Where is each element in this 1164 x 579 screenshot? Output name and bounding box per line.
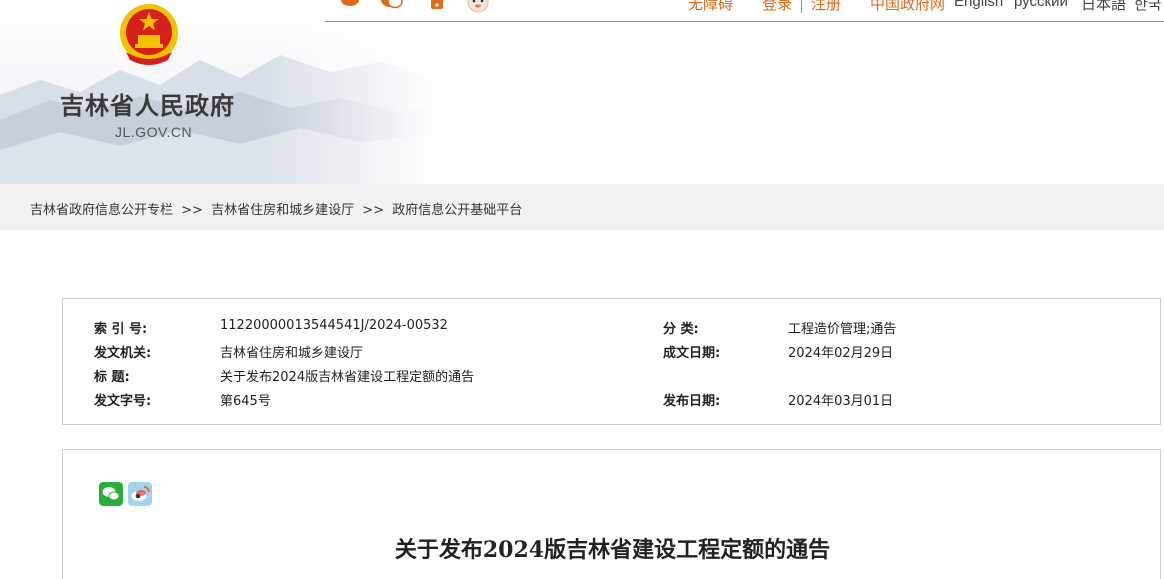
accessibility-link[interactable]: 无障碍: [688, 0, 733, 14]
japanese-link[interactable]: 日本語: [1081, 0, 1126, 14]
publish-date-label: 发布日期:: [663, 394, 721, 409]
site-title[interactable]: 吉林省人民政府: [60, 86, 235, 121]
weibo-icon[interactable]: [339, 0, 363, 9]
document-number-label: 发文字号:: [94, 394, 152, 409]
index-number-value: 11220000013544541J/2024-00532: [220, 318, 448, 333]
site-domain: JL.GOV.CN: [115, 124, 193, 140]
category-value: 工程造价管理;通告: [788, 322, 897, 337]
article-content: 关于发布2024版吉林省建设工程定额的通告: [62, 449, 1161, 579]
english-link[interactable]: English: [954, 0, 1003, 10]
breadcrumb-item-housing-dept[interactable]: 吉林省住房和城乡建设厅: [211, 203, 354, 218]
korean-link[interactable]: 한국: [1134, 0, 1162, 14]
top-nav-bar: 无障碍 登录 注册 中国政府网 English русский 日本語 한국: [325, 0, 1164, 22]
written-date-label: 成文日期:: [663, 346, 721, 361]
document-number-value: 第645号: [220, 394, 271, 409]
written-date-value: 2024年02月29日: [788, 346, 894, 361]
document-metadata-table: 索 引 号: 11220000013544541J/2024-00532 分 类…: [62, 298, 1161, 425]
issuer-label: 发文机关:: [94, 346, 152, 361]
breadcrumb-item-info-platform[interactable]: 政府信息公开基础平台: [392, 203, 522, 218]
site-header: 吉林省人民政府 JL.GOV.CN 无障碍 登录 注册 中国政府网 Englis…: [0, 0, 1164, 184]
breadcrumb: 吉林省政府信息公开专栏 >> 吉林省住房和城乡建设厅 >> 政府信息公开基础平台: [0, 184, 1164, 230]
login-link[interactable]: 登录: [762, 0, 792, 14]
mobile-icon[interactable]: [425, 0, 449, 9]
breadcrumb-separator: >>: [362, 203, 385, 218]
divider: [801, 0, 802, 13]
register-link[interactable]: 注册: [811, 0, 841, 14]
breadcrumb-separator: >>: [181, 203, 203, 218]
article-title: 关于发布2024版吉林省建设工程定额的通告: [394, 537, 831, 563]
weibo-share-icon[interactable]: [128, 482, 152, 506]
title-label: 标 题:: [94, 370, 130, 385]
russian-link[interactable]: русский: [1014, 0, 1068, 10]
china-gov-link[interactable]: 中国政府网: [870, 0, 945, 14]
wechat-share-icon[interactable]: [99, 482, 123, 506]
breadcrumb-trail: 吉林省政府信息公开专栏 >> 吉林省住房和城乡建设厅 >> 政府信息公开基础平台: [30, 199, 522, 218]
issuer-value: 吉林省住房和城乡建设厅: [220, 346, 364, 361]
breadcrumb-item-info-column[interactable]: 吉林省政府信息公开专栏: [30, 203, 173, 218]
category-label: 分 类:: [663, 322, 699, 337]
publish-date-value: 2024年03月01日: [788, 394, 894, 409]
mascot-icon[interactable]: [465, 0, 491, 13]
title-value: 关于发布2024版吉林省建设工程定额的通告: [220, 370, 475, 385]
national-emblem-logo: [120, 4, 178, 65]
wechat-icon[interactable]: [380, 0, 404, 9]
index-number-label: 索 引 号:: [94, 322, 148, 337]
